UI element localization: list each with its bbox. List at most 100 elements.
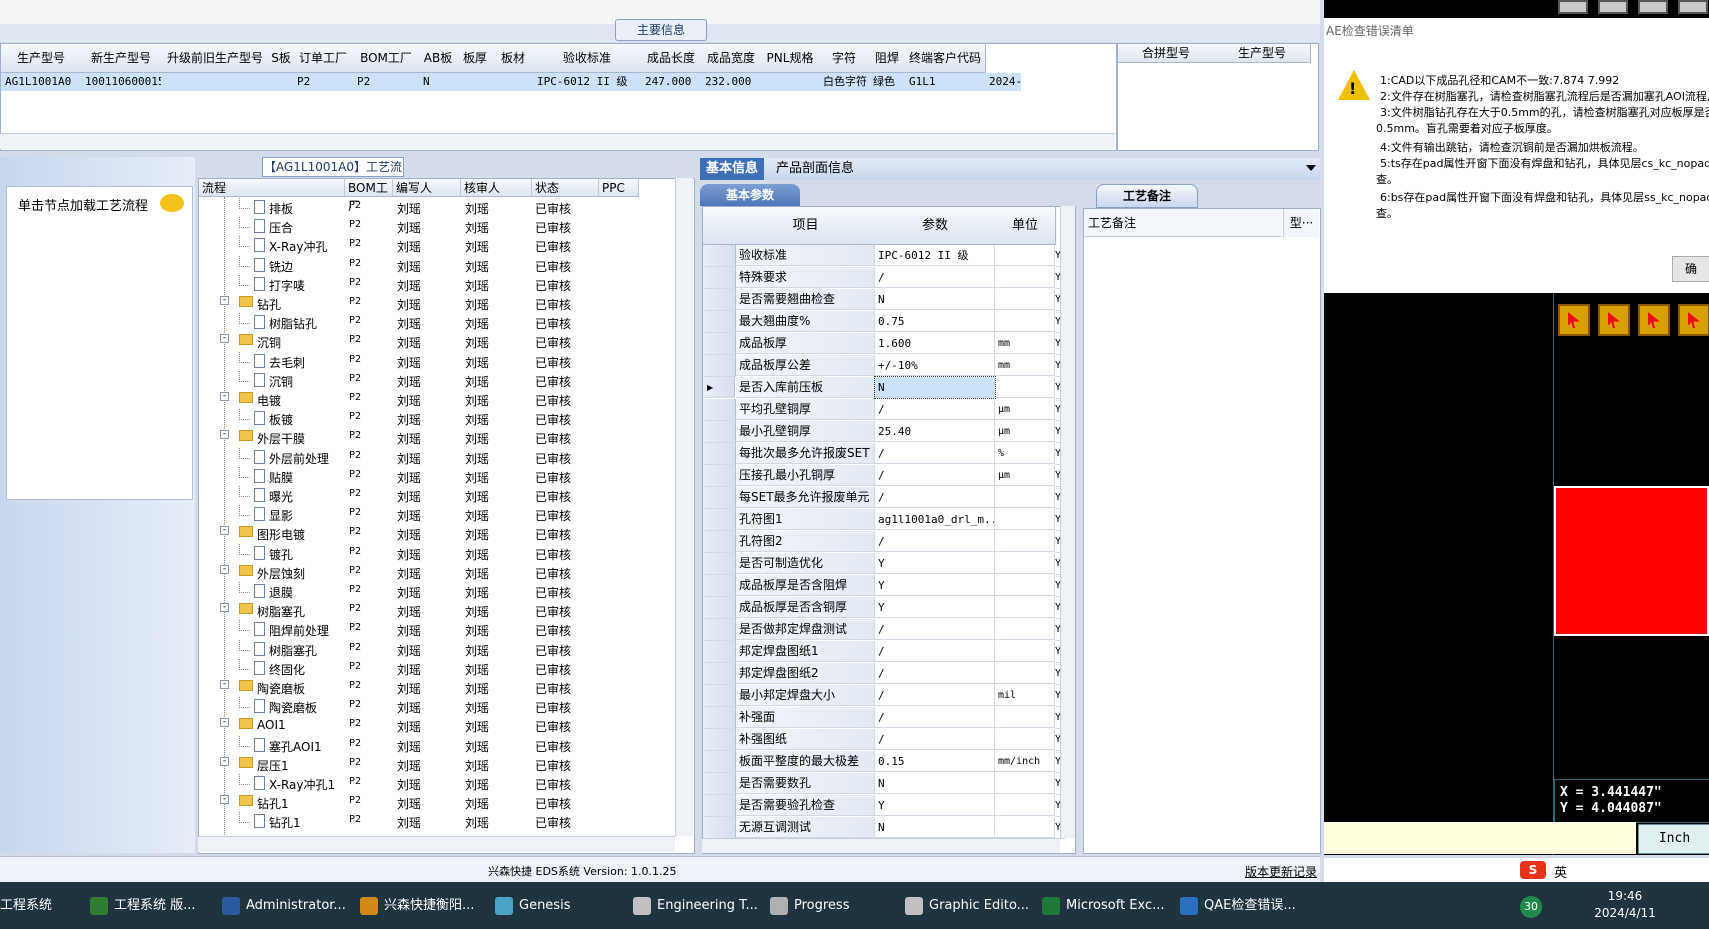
row-selector[interactable] bbox=[703, 663, 736, 685]
row-selector[interactable] bbox=[703, 795, 736, 817]
params-row[interactable]: 每批次最多允许报废SET /% Y bbox=[703, 443, 1075, 465]
process-step-name[interactable]: 树脂塞孔 bbox=[269, 642, 317, 659]
collapse-icon[interactable]: - bbox=[220, 430, 229, 440]
row-selector[interactable] bbox=[703, 641, 736, 663]
process-row[interactable]: 曝光 P2 刘瑶 刘瑶 已审核 bbox=[199, 486, 674, 505]
row-selector[interactable] bbox=[703, 751, 736, 773]
process-step-name[interactable]: 图形电镀 bbox=[257, 526, 305, 543]
system-clock[interactable]: 19:46 2024/4/11 bbox=[1585, 888, 1665, 922]
tab-product-profile[interactable]: 产品剖面信息 bbox=[770, 158, 860, 180]
row-selector[interactable] bbox=[703, 597, 736, 619]
process-row[interactable]: 树脂塞孔 P2 刘瑶 刘瑶 已审核 bbox=[199, 639, 674, 659]
params-row[interactable]: 成品板厚公差 +/-10% mm Y bbox=[703, 355, 1075, 377]
process-step-name[interactable]: 铣边 bbox=[269, 258, 293, 275]
process-row[interactable]: - 树脂塞孔 P2 刘瑶 刘瑶 已审核 bbox=[199, 601, 674, 620]
load-flow-box[interactable] bbox=[6, 186, 193, 500]
top-grid-header[interactable]: 订单工厂 bbox=[293, 44, 354, 73]
tab-basic-info[interactable]: 基本信息 bbox=[700, 158, 765, 180]
row-selector[interactable] bbox=[703, 707, 736, 729]
row-selector[interactable] bbox=[703, 773, 736, 795]
process-step-name[interactable]: 电镀 bbox=[257, 392, 281, 409]
param-value[interactable]: 0.15 bbox=[875, 751, 995, 772]
params-row[interactable]: 是否需要翘曲检查 N Y bbox=[703, 289, 1075, 311]
params-row[interactable]: ▶ 是否入库前压板 N Y bbox=[703, 376, 1075, 399]
process-row[interactable]: 贴膜 P2 刘瑶 刘瑶 已审核 bbox=[199, 466, 674, 486]
row-selector[interactable] bbox=[703, 311, 736, 333]
row-selector[interactable] bbox=[703, 729, 736, 751]
top-grid-cell[interactable] bbox=[269, 73, 293, 91]
param-value[interactable]: 25.40 bbox=[875, 421, 995, 442]
process-step-name[interactable]: 树脂塞孔 bbox=[257, 603, 305, 620]
params-row[interactable]: 是否需要数孔 N Y bbox=[703, 773, 1075, 795]
process-row[interactable]: 陶瓷磨板 P2 刘瑶 刘瑶 已审核 bbox=[199, 697, 674, 716]
process-row[interactable]: 钻孔1 P2 刘瑶 刘瑶 已审核 bbox=[199, 812, 674, 831]
row-selector[interactable] bbox=[703, 465, 736, 487]
process-step-name[interactable]: 外层前处理 bbox=[269, 450, 329, 467]
params-row[interactable]: 特殊要求 / Y bbox=[703, 267, 1075, 289]
collapse-icon[interactable]: - bbox=[220, 756, 229, 766]
process-row[interactable]: - 外层蚀刻 P2 刘瑶 刘瑶 已审核 bbox=[199, 563, 674, 582]
process-row[interactable]: 外层前处理 P2 刘瑶 刘瑶 已审核 bbox=[199, 447, 674, 467]
top-grid-header[interactable]: 生产型号 bbox=[1, 44, 82, 73]
toolbar-button-1[interactable] bbox=[1558, 0, 1588, 14]
row-selector[interactable] bbox=[703, 421, 736, 443]
process-step-name[interactable]: 终固化 bbox=[269, 661, 305, 678]
merge-grid-header[interactable]: 合拼型号 bbox=[1118, 44, 1215, 63]
param-value[interactable]: Y bbox=[875, 795, 995, 816]
process-step-name[interactable]: 压合 bbox=[269, 219, 293, 236]
params-row[interactable]: 是否可制造优化 Y Y bbox=[703, 553, 1075, 575]
process-step-name[interactable]: 外层蚀刻 bbox=[257, 565, 305, 582]
top-grid-cell[interactable] bbox=[457, 73, 493, 91]
taskbar-item[interactable]: Administrator... bbox=[222, 888, 346, 924]
param-value[interactable]: / bbox=[875, 619, 995, 640]
process-step-name[interactable]: 排板 bbox=[269, 200, 293, 217]
toolbar-button-3[interactable] bbox=[1638, 0, 1668, 14]
params-horizontal-scrollbar[interactable] bbox=[702, 838, 1060, 853]
process-row[interactable]: - 图形电镀 P2 刘瑶 刘瑶 已审核 bbox=[199, 524, 674, 543]
top-grid-cell[interactable]: 10011060001541 bbox=[81, 73, 161, 91]
taskbar-item[interactable]: Microsoft Exc... bbox=[1042, 888, 1165, 924]
param-value[interactable]: / bbox=[875, 443, 995, 464]
param-value[interactable]: 0.75 bbox=[875, 311, 995, 332]
process-row[interactable]: 铣边 P2 刘瑶 刘瑶 已审核 bbox=[199, 255, 674, 275]
process-row[interactable]: 阻焊前处理 P2 刘瑶 刘瑶 已审核 bbox=[199, 620, 674, 639]
top-grid-cell[interactable] bbox=[493, 73, 533, 91]
collapse-icon[interactable]: - bbox=[220, 392, 229, 401]
params-vertical-scrollbar[interactable] bbox=[1060, 206, 1075, 838]
top-grid-header[interactable]: 终端客户代码 bbox=[905, 44, 986, 73]
param-value[interactable]: / bbox=[875, 641, 995, 662]
process-step-name[interactable]: AOI1 bbox=[257, 718, 286, 732]
param-value[interactable]: Y bbox=[875, 553, 995, 574]
param-value[interactable]: / bbox=[875, 729, 995, 750]
top-grid-cell[interactable]: IPC-6012 II 级 bbox=[533, 73, 641, 91]
process-step-name[interactable]: X-Ray冲孔1 bbox=[269, 776, 335, 793]
top-grid-header[interactable]: 升级前旧生产型号 bbox=[161, 44, 270, 73]
param-value[interactable]: 1.600 bbox=[875, 333, 995, 354]
collapse-icon[interactable]: - bbox=[220, 603, 229, 613]
process-row[interactable]: - 陶瓷磨板 P2 刘瑶 刘瑶 已审核 bbox=[199, 678, 674, 697]
collapse-icon[interactable]: - bbox=[220, 526, 229, 536]
process-step-name[interactable]: 打字唛 bbox=[269, 277, 305, 294]
process-row[interactable]: 排板 P2 刘瑶 刘瑶 已审核 bbox=[199, 198, 674, 217]
process-step-name[interactable]: 贴膜 bbox=[269, 469, 293, 486]
toolbar-button-4[interactable] bbox=[1678, 0, 1708, 14]
param-value[interactable]: Y bbox=[875, 575, 995, 596]
collapse-icon[interactable]: - bbox=[220, 795, 229, 805]
top-grid-cell[interactable] bbox=[761, 73, 819, 91]
params-row[interactable]: 最小孔壁铜厚 25.40 μm Y bbox=[703, 421, 1075, 443]
process-row[interactable]: 打字唛 P2 刘瑶 刘瑶 已审核 bbox=[199, 274, 674, 294]
row-selector[interactable] bbox=[703, 817, 736, 839]
process-row[interactable]: - 电镀 P2 刘瑶 刘瑶 已审核 bbox=[199, 390, 674, 409]
params-row[interactable]: 板面平整度的最大极差 0.15 mm/inch Y bbox=[703, 751, 1075, 773]
collapse-icon[interactable]: - bbox=[220, 296, 229, 305]
params-row[interactable]: 最大翘曲度% 0.75 Y bbox=[703, 311, 1075, 333]
params-row[interactable]: 无源互调测试 N Y bbox=[703, 817, 1075, 839]
param-value[interactable]: Y bbox=[875, 597, 995, 618]
row-selector[interactable] bbox=[703, 509, 736, 531]
params-row[interactable]: 成品板厚是否含铜厚 Y Y bbox=[703, 597, 1075, 619]
row-selector[interactable] bbox=[703, 685, 736, 707]
param-value[interactable]: / bbox=[875, 399, 995, 420]
tab-dropdown-icon[interactable] bbox=[1306, 165, 1316, 171]
load-flow-label[interactable]: 单击节点加载工艺流程 bbox=[18, 195, 148, 214]
process-row[interactable]: 终固化 P2 刘瑶 刘瑶 已审核 bbox=[199, 658, 674, 678]
